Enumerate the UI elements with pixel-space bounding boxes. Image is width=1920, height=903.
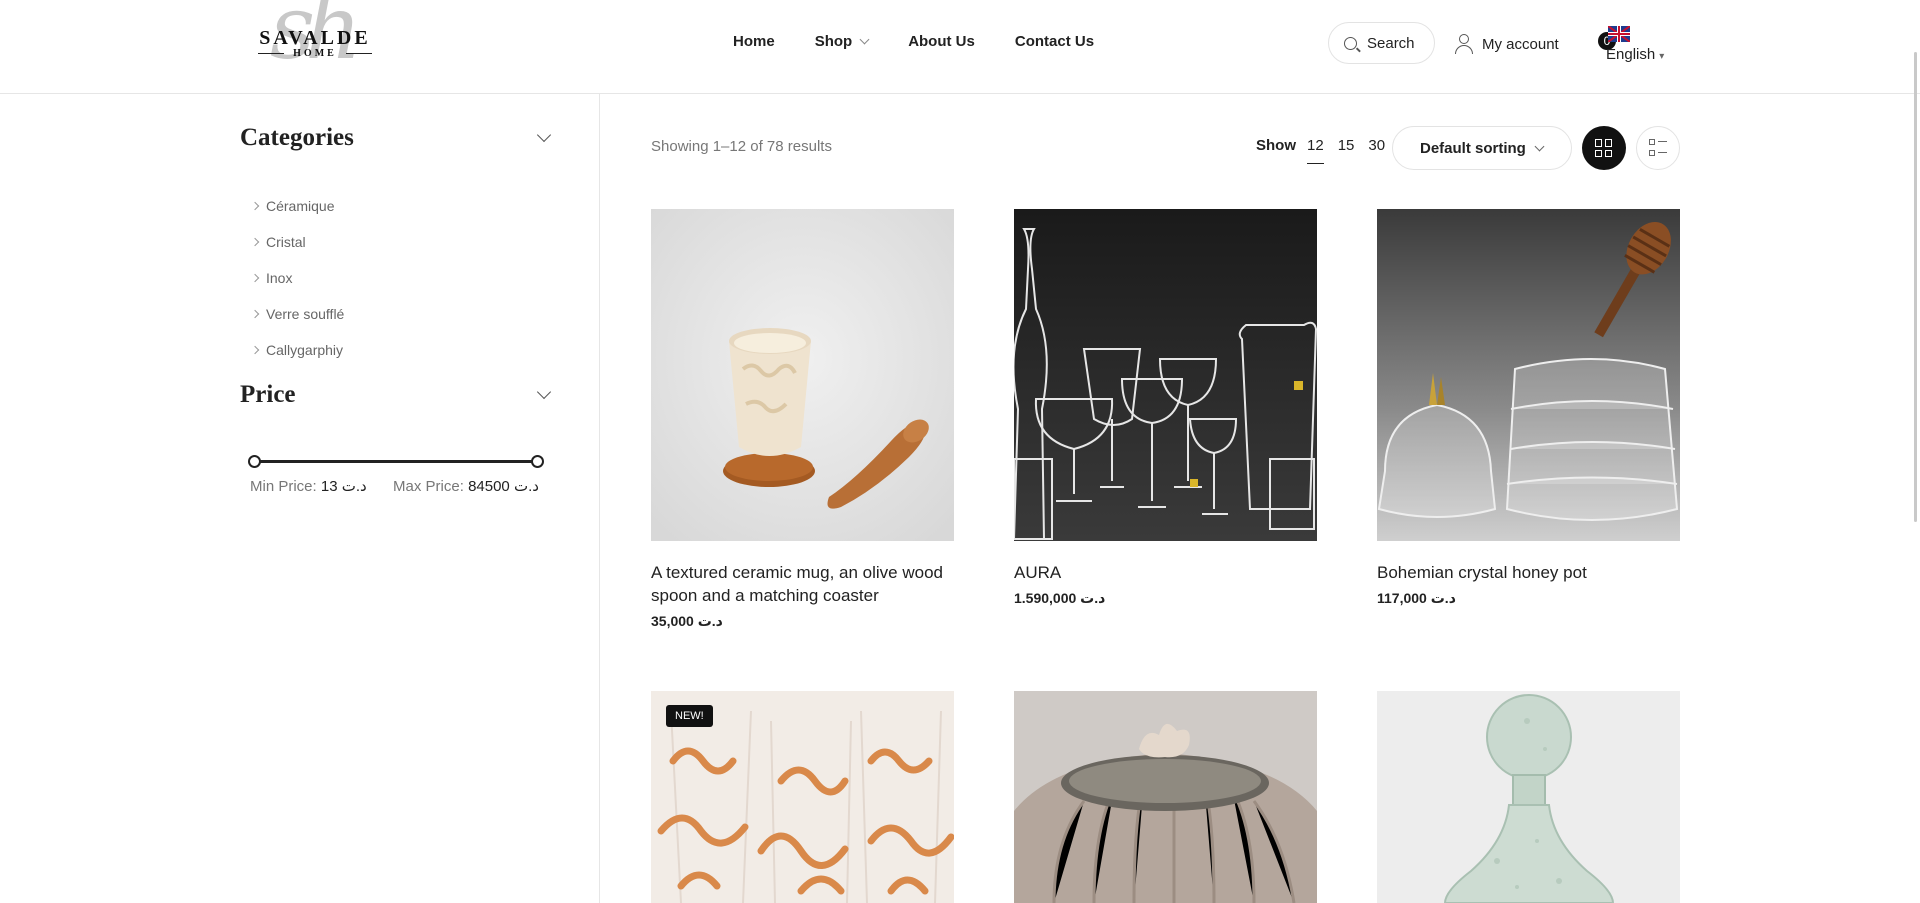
min-price-handle[interactable] bbox=[248, 455, 261, 468]
price-range-slider[interactable] bbox=[248, 455, 544, 468]
chevron-right-icon bbox=[250, 345, 260, 355]
chevron-down-icon bbox=[1534, 141, 1545, 151]
category-label: Verre soufflé bbox=[266, 306, 345, 322]
per-page-option-12[interactable]: 12 bbox=[1307, 137, 1324, 164]
category-item[interactable]: Verre soufflé bbox=[250, 296, 345, 332]
shop-sidebar: Categories Céramique Cristal Inox Verre … bbox=[240, 94, 600, 903]
site-header: sh SAVALDE HOME Home Shop About Us Conta… bbox=[0, 0, 1920, 94]
user-icon bbox=[1455, 34, 1473, 54]
per-page-selector: Show 12 15 30 bbox=[1256, 137, 1399, 164]
chevron-right-icon bbox=[250, 273, 260, 283]
sorting-dropdown[interactable]: Default sorting bbox=[1392, 126, 1572, 170]
product-image[interactable] bbox=[1014, 691, 1317, 903]
language-switcher[interactable]: 0 English ▾ bbox=[1598, 26, 1678, 66]
category-label: Callygarphiy bbox=[266, 342, 344, 358]
main-nav: Home Shop About Us Contact Us bbox=[733, 33, 1134, 50]
category-label: Cristal bbox=[266, 234, 306, 250]
nav-shop-label: Shop bbox=[814, 33, 853, 50]
product-image[interactable] bbox=[651, 209, 954, 541]
product-price: 1.590,000 د.ت bbox=[1014, 590, 1106, 606]
product-image[interactable] bbox=[1377, 209, 1680, 541]
caret-down-icon: ▾ bbox=[1659, 51, 1665, 62]
nav-home[interactable]: Home bbox=[733, 33, 775, 50]
list-icon bbox=[1649, 139, 1667, 157]
per-page-option-30[interactable]: 30 bbox=[1368, 137, 1385, 154]
page-scrollbar[interactable] bbox=[1914, 52, 1917, 522]
slider-track bbox=[254, 460, 532, 463]
price-range-label: Min Price: 13 د.ت Max Price: 84500 د.ت bbox=[250, 477, 539, 495]
category-item[interactable]: Cristal bbox=[250, 224, 344, 260]
result-count: Showing 1–12 of 78 results bbox=[651, 138, 832, 155]
product-title[interactable]: AURA bbox=[1014, 561, 1317, 584]
category-label: Inox bbox=[266, 270, 293, 286]
new-badge: NEW! bbox=[666, 705, 713, 727]
nav-about-us[interactable]: About Us bbox=[908, 33, 975, 50]
category-label: Céramique bbox=[266, 198, 335, 214]
price-toggle-chevron-icon[interactable] bbox=[536, 384, 552, 400]
nav-contact-us[interactable]: Contact Us bbox=[1015, 33, 1094, 50]
min-price-label: Min Price: bbox=[250, 478, 317, 495]
show-label: Show bbox=[1256, 137, 1296, 154]
search-label: Search bbox=[1367, 34, 1415, 52]
chevron-right-icon bbox=[250, 237, 260, 247]
product-image[interactable] bbox=[1014, 209, 1317, 541]
max-price-handle[interactable] bbox=[531, 455, 544, 468]
min-price-value: 13 د.ت bbox=[320, 478, 367, 495]
product-title[interactable]: A textured ceramic mug, an olive wood sp… bbox=[651, 561, 954, 607]
category-item[interactable]: Callygarphiy bbox=[250, 332, 344, 368]
logo-brand: SAVALDE bbox=[259, 27, 371, 49]
price-title: Price bbox=[240, 381, 296, 408]
logo-rule-right bbox=[346, 53, 372, 54]
my-account-link[interactable]: My account bbox=[1455, 34, 1559, 54]
list-view-button[interactable] bbox=[1636, 126, 1680, 170]
categories-title: Categories bbox=[240, 124, 354, 151]
chevron-down-icon bbox=[859, 34, 870, 45]
category-item[interactable]: Céramique bbox=[250, 188, 344, 224]
per-page-option-15[interactable]: 15 bbox=[1338, 137, 1355, 154]
search-button[interactable]: Search bbox=[1328, 22, 1435, 64]
category-list: Céramique Cristal Inox Verre soufflé Cal… bbox=[250, 188, 345, 368]
sorting-label: Default sorting bbox=[1420, 139, 1526, 157]
max-price-label: Max Price: bbox=[393, 478, 464, 495]
product-price: 35,000 د.ت bbox=[651, 613, 723, 629]
category-item[interactable]: Inox bbox=[250, 260, 344, 296]
language-name: English bbox=[1606, 46, 1656, 63]
uk-flag-icon bbox=[1608, 26, 1630, 42]
my-account-label: My account bbox=[1482, 35, 1559, 53]
product-title[interactable]: Bohemian crystal honey pot bbox=[1377, 561, 1680, 584]
grid-icon bbox=[1595, 139, 1613, 157]
grid-view-button[interactable] bbox=[1582, 126, 1626, 170]
categories-toggle-chevron-icon[interactable] bbox=[536, 127, 552, 143]
site-logo[interactable]: sh SAVALDE HOME bbox=[258, 0, 372, 86]
product-price: 117,000 د.ت bbox=[1377, 590, 1456, 606]
chevron-right-icon bbox=[250, 309, 260, 319]
language-label: English ▾ bbox=[1606, 46, 1664, 63]
max-price-value: 84500 د.ت bbox=[468, 478, 539, 495]
chevron-right-icon bbox=[250, 201, 260, 211]
product-image[interactable] bbox=[1377, 691, 1680, 903]
nav-shop[interactable]: Shop bbox=[814, 33, 870, 50]
search-icon bbox=[1344, 36, 1357, 50]
